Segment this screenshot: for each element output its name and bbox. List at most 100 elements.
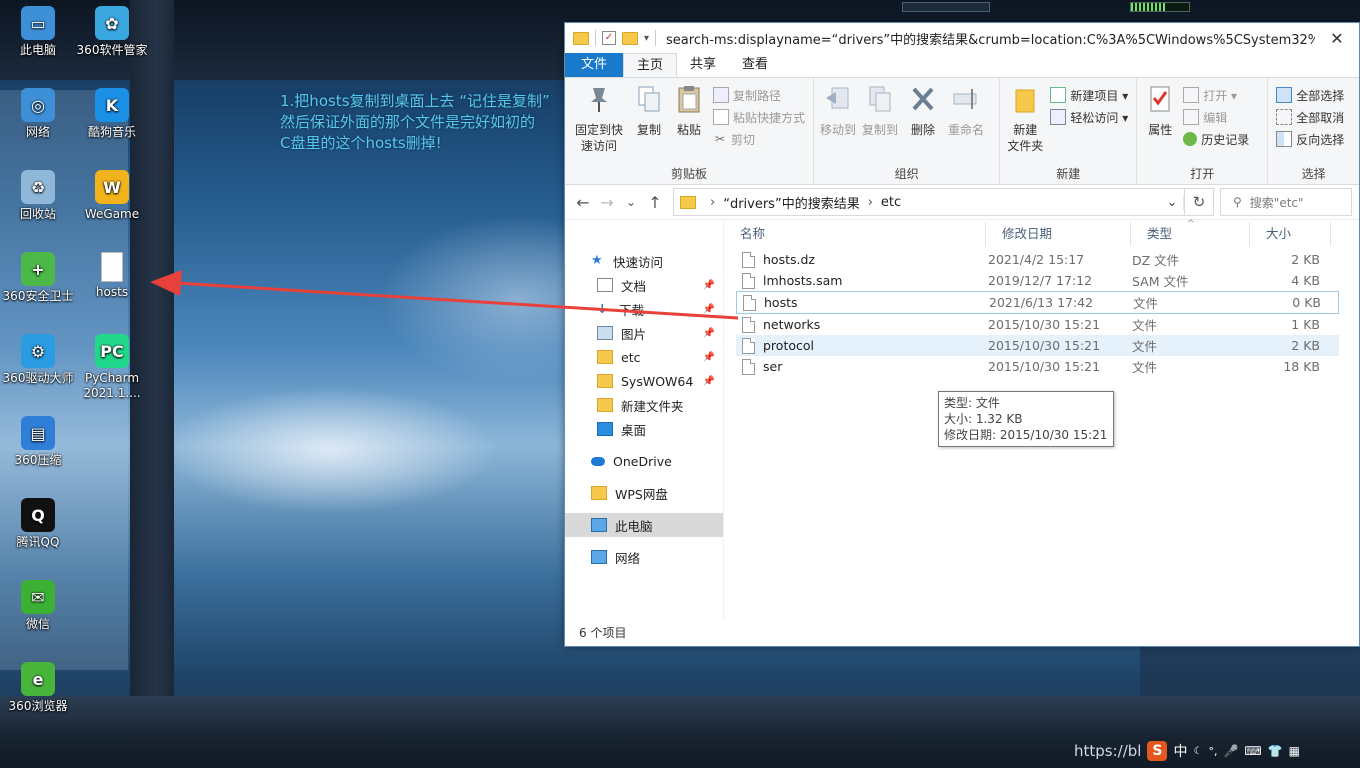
- nav-downloads[interactable]: ↓ 下载 📌: [565, 297, 723, 321]
- desktop-icon-kugou-music[interactable]: K 酷狗音乐: [74, 88, 150, 140]
- select-none-button[interactable]: 全部取消: [1276, 108, 1344, 126]
- nav-desktop[interactable]: 桌面: [565, 417, 723, 441]
- desktop-icon-network[interactable]: ◎ 网络: [0, 88, 76, 140]
- 360-browser-icon: e: [21, 662, 55, 696]
- desktop-icon-recycle-bin[interactable]: ♻ 回收站: [0, 170, 76, 222]
- 360-software-manager-icon: ✿: [95, 6, 129, 40]
- keyboard-icon[interactable]: ⌨: [1244, 744, 1261, 758]
- tab-file[interactable]: 文件: [565, 53, 624, 77]
- file-type: 文件: [1132, 360, 1158, 375]
- content-area: ★ 快速访问 文档 📌 ↓ 下载 📌 图片 📌 etc 📌 SysWOW64 📌…: [565, 219, 1359, 619]
- up-button[interactable]: ↑: [643, 193, 667, 212]
- forward-button[interactable]: →: [595, 193, 619, 212]
- sogou-ime-icon[interactable]: S: [1147, 741, 1168, 761]
- desktop-icon-360-driver[interactable]: ⚙ 360驱动大师: [0, 334, 76, 386]
- nav-etc[interactable]: etc 📌: [565, 345, 723, 369]
- nav-syswow64[interactable]: SysWOW64 📌: [565, 369, 723, 393]
- easy-access-button[interactable]: 轻松访问 ▾: [1050, 108, 1128, 126]
- nav-network[interactable]: 网络: [565, 545, 723, 569]
- open-button[interactable]: 打开 ▾: [1183, 86, 1249, 104]
- file-name-cell: networks: [736, 316, 988, 333]
- column-header-date[interactable]: 修改日期: [986, 222, 1131, 246]
- history-button[interactable]: 历史记录: [1183, 130, 1249, 148]
- file-name: ser: [763, 359, 783, 374]
- file-icon: [742, 251, 755, 268]
- desktop-icon-pycharm[interactable]: PC PyCharm 2021.1....: [74, 334, 150, 401]
- ribbon-group-open: 属性 打开 ▾ 编辑 历史记录 打开: [1137, 78, 1269, 184]
- pin-icon: 📌: [702, 279, 715, 291]
- breadcrumb-search-results[interactable]: “drivers”中的搜索结果: [723, 193, 860, 212]
- navigation-bar: ← → ⌄ ↑ › “drivers”中的搜索结果 › etc ⌄ ↻ ⚲ 搜索…: [565, 185, 1359, 220]
- punctuation-icon[interactable]: °,: [1208, 745, 1217, 758]
- desktop-icon-label: WeGame: [84, 207, 140, 221]
- file-date: 2019/12/7 17:12: [988, 273, 1093, 288]
- nav-wps-drive[interactable]: WPS网盘: [565, 481, 723, 505]
- recent-locations-button[interactable]: ⌄: [619, 195, 643, 209]
- folder-icon: [597, 350, 613, 364]
- back-button[interactable]: ←: [571, 193, 595, 212]
- desktop-icon-qq[interactable]: Q 腾讯QQ: [0, 498, 76, 550]
- 360-driver-icon: ⚙: [21, 334, 55, 368]
- invert-selection-button[interactable]: 反向选择: [1276, 130, 1344, 148]
- desktop-icon-360-software-manager[interactable]: ✿ 360软件管家: [74, 6, 150, 58]
- new-folder-quick-icon[interactable]: [622, 31, 638, 45]
- desktop-icon-360-security[interactable]: +360安全卫士: [0, 252, 76, 304]
- input-language-indicator[interactable]: 中: [1173, 741, 1187, 761]
- pin-icon: 📌: [702, 375, 715, 387]
- copy-path-button[interactable]: 复制路径: [713, 86, 805, 104]
- column-header-size[interactable]: 大小: [1250, 222, 1331, 246]
- desktop-icon-computer[interactable]: ▭ 此电脑: [0, 6, 76, 58]
- file-row-protocol[interactable]: protocol 2015/10/30 15:21 文件 2 KB: [736, 335, 1339, 356]
- file-icon: [101, 252, 123, 282]
- network-icon: [591, 550, 607, 564]
- desktop-icon-360-zip[interactable]: ▤ 360压缩: [0, 416, 76, 468]
- column-header-type[interactable]: ^ 类型: [1131, 219, 1250, 246]
- file-size: 2 KB: [1291, 252, 1320, 267]
- folder-icon: [597, 398, 613, 412]
- copy-path-icon: [713, 87, 729, 103]
- nav-new-folder[interactable]: 新建文件夹: [565, 393, 723, 417]
- microphone-icon[interactable]: 🎤: [1223, 744, 1238, 758]
- paste-shortcut-button[interactable]: 粘贴快捷方式: [713, 108, 805, 126]
- properties-quick-icon[interactable]: ✓: [602, 31, 616, 45]
- file-row-lmhosts-sam[interactable]: lmhosts.sam 2019/12/7 17:12 SAM 文件 4 KB: [736, 270, 1339, 291]
- tab-view[interactable]: 查看: [729, 53, 781, 77]
- edit-button[interactable]: 编辑: [1183, 108, 1249, 126]
- nav-this-pc[interactable]: 此电脑: [565, 513, 723, 537]
- close-button[interactable]: ✕: [1315, 29, 1359, 48]
- desktop-icon-wegame[interactable]: W WeGame: [74, 170, 150, 222]
- moon-icon[interactable]: ☾: [1193, 746, 1202, 757]
- pin-icon: 📌: [702, 327, 715, 339]
- nav-pictures[interactable]: 图片 📌: [565, 321, 723, 345]
- breadcrumb-etc[interactable]: etc: [881, 195, 901, 210]
- file-name-cell: hosts: [737, 294, 989, 311]
- desktop-icon-360-browser[interactable]: e 360浏览器: [0, 662, 76, 714]
- address-bar[interactable]: › “drivers”中的搜索结果 › etc ⌄: [673, 188, 1185, 216]
- file-row-ser[interactable]: ser 2015/10/30 15:21 文件 18 KB: [736, 356, 1339, 377]
- tab-home[interactable]: 主页: [623, 53, 678, 77]
- select-all-button[interactable]: 全部选择: [1276, 86, 1344, 104]
- customize-toolbar-icon[interactable]: ▾: [644, 33, 649, 44]
- desktop-icon-file[interactable]: hosts: [74, 252, 150, 300]
- nav-quick-access[interactable]: ★ 快速访问: [565, 249, 723, 273]
- nav-documents[interactable]: 文档 📌: [565, 273, 723, 297]
- column-header-name[interactable]: 名称: [724, 222, 986, 246]
- 360-security-icon: +: [21, 252, 55, 286]
- file-name-cell: protocol: [736, 337, 988, 354]
- ribbon-group-organize: 移动到 复制到 删除 重命名 组织: [814, 78, 1001, 184]
- cut-button[interactable]: ✂ 剪切: [713, 130, 805, 148]
- address-dropdown-icon[interactable]: ⌄: [1161, 194, 1184, 210]
- apps-icon[interactable]: ▦: [1289, 744, 1300, 758]
- desktop-icon-wechat[interactable]: ✉ 微信: [0, 580, 76, 632]
- new-item-button[interactable]: 新建项目 ▾: [1050, 86, 1128, 104]
- file-row-networks[interactable]: networks 2015/10/30 15:21 文件 1 KB: [736, 314, 1339, 335]
- tab-share[interactable]: 共享: [677, 53, 729, 77]
- file-row-hosts-dz[interactable]: hosts.dz 2021/4/2 15:17 DZ 文件 2 KB: [736, 249, 1339, 270]
- select-none-icon: [1276, 109, 1293, 125]
- user-icon[interactable]: 👕: [1268, 744, 1283, 758]
- file-row-hosts[interactable]: hosts 2021/6/13 17:42 文件 0 KB: [736, 291, 1339, 314]
- desktop-icon-label: 360压缩: [14, 453, 62, 467]
- nav-onedrive[interactable]: OneDrive: [565, 449, 723, 473]
- tooltip-size: 大小: 1.32 KB: [944, 412, 1023, 426]
- search-box[interactable]: ⚲ 搜索"etc": [1220, 188, 1352, 216]
